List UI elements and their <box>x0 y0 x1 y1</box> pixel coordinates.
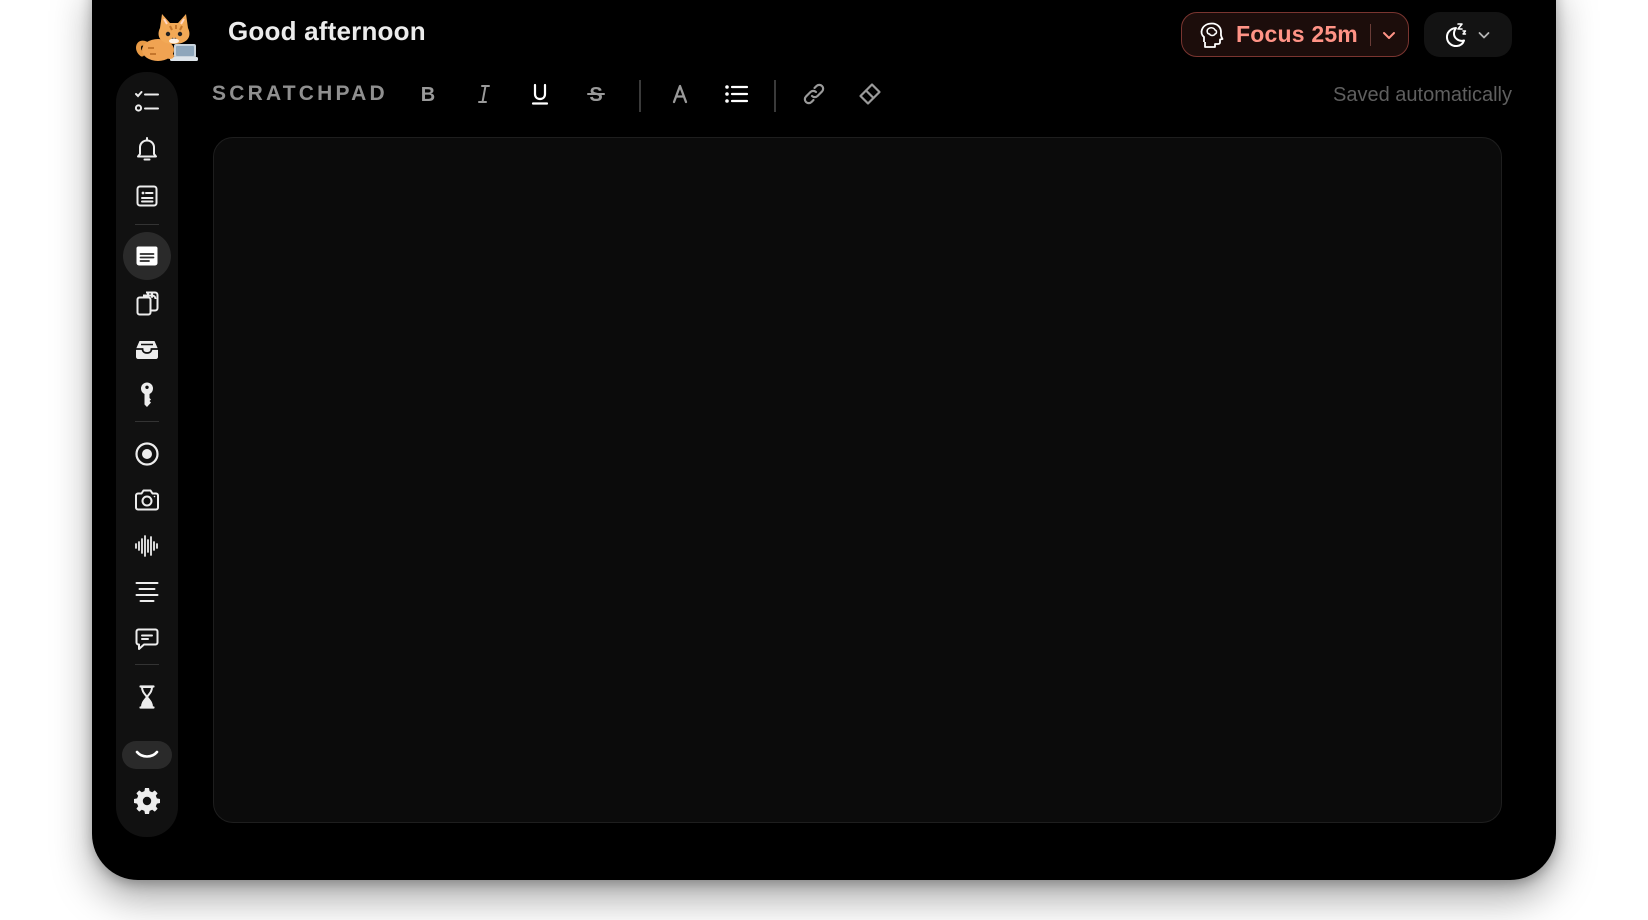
divider <box>135 224 159 225</box>
font-color-button[interactable] <box>660 72 700 116</box>
sidebar-item-timer[interactable] <box>123 673 171 721</box>
strikethrough-icon: S <box>587 84 605 106</box>
italic-button[interactable] <box>464 72 504 116</box>
audio-waveform-icon <box>135 535 158 557</box>
sidebar-item-clipboard[interactable] <box>123 279 171 327</box>
clear-formatting-button[interactable] <box>850 72 890 116</box>
key-icon <box>141 382 153 407</box>
sidebar-item-record[interactable] <box>123 430 171 478</box>
focus-timer-label: Focus 25m <box>1236 21 1358 47</box>
scratchpad-toolbar: SCRATCHPAD B Saved automatically <box>212 72 1512 118</box>
sidebar-item-voice[interactable] <box>123 522 171 570</box>
sidebar-item-settings[interactable] <box>123 777 171 825</box>
record-icon <box>135 442 159 466</box>
header: Good afternoon Focus 25m <box>92 0 1556 76</box>
checklist-icon <box>134 91 159 112</box>
cat-mascot-logo <box>134 10 198 64</box>
sidebar-item-inbox[interactable] <box>123 325 171 373</box>
link-icon <box>803 83 825 105</box>
font-color-icon <box>672 84 688 104</box>
camera-icon <box>135 489 159 511</box>
bold-button[interactable]: B <box>408 72 448 116</box>
focus-timer-button[interactable]: Focus 25m <box>1181 12 1409 57</box>
brain-head-icon <box>1200 22 1224 48</box>
sidebar-collapse-button[interactable] <box>122 741 172 769</box>
clipboard-list-icon <box>136 185 158 207</box>
strikethrough-button[interactable]: S <box>576 72 616 116</box>
italic-icon <box>478 85 490 103</box>
sidebar-item-checklist[interactable] <box>123 78 171 126</box>
scratchpad-editor[interactable] <box>213 137 1502 823</box>
copy-documents-icon <box>136 291 159 316</box>
autosave-status: Saved automatically <box>1333 84 1512 106</box>
bullet-list-button[interactable] <box>716 72 756 116</box>
chat-bubble-icon <box>135 628 159 650</box>
app-window: Good afternoon Focus 25m SCRATCHPAD B Sa… <box>92 0 1556 880</box>
underline-icon <box>531 83 549 105</box>
svg-text:B: B <box>421 84 435 106</box>
sidebar-item-chat[interactable] <box>123 615 171 663</box>
sidebar-item-text[interactable] <box>123 568 171 616</box>
divider <box>1369 23 1371 46</box>
sidebar-item-notes[interactable] <box>123 172 171 220</box>
bold-icon: B <box>421 84 435 106</box>
sleep-mode-button[interactable] <box>1424 12 1512 57</box>
scratchpad-icon <box>136 246 158 266</box>
sidebar-nav <box>116 72 178 837</box>
text-align-center-icon <box>135 582 159 602</box>
gear-icon <box>134 788 160 814</box>
chevron-down-icon <box>1478 31 1490 38</box>
underline-button[interactable] <box>520 72 560 116</box>
divider <box>135 421 159 422</box>
divider <box>774 80 776 112</box>
bullet-list-icon <box>725 85 749 103</box>
divider <box>135 664 159 665</box>
sidebar-item-scratchpad[interactable] <box>123 232 171 280</box>
greeting-title: Good afternoon <box>228 16 426 46</box>
chevron-down-icon <box>135 750 159 758</box>
bell-icon <box>137 137 157 161</box>
link-button[interactable] <box>794 72 834 116</box>
chevron-down-icon[interactable] <box>1381 27 1397 43</box>
eraser-icon <box>859 83 881 105</box>
moon-sleep-icon <box>1445 22 1467 47</box>
inbox-tray-icon <box>136 341 158 359</box>
hourglass-icon <box>139 685 155 709</box>
divider <box>639 80 641 112</box>
sidebar-item-reminders[interactable] <box>123 125 171 173</box>
sidebar-item-passwords[interactable] <box>123 371 171 419</box>
sidebar-item-screenshot[interactable] <box>123 476 171 524</box>
scratchpad-title: SCRATCHPAD <box>212 82 388 105</box>
